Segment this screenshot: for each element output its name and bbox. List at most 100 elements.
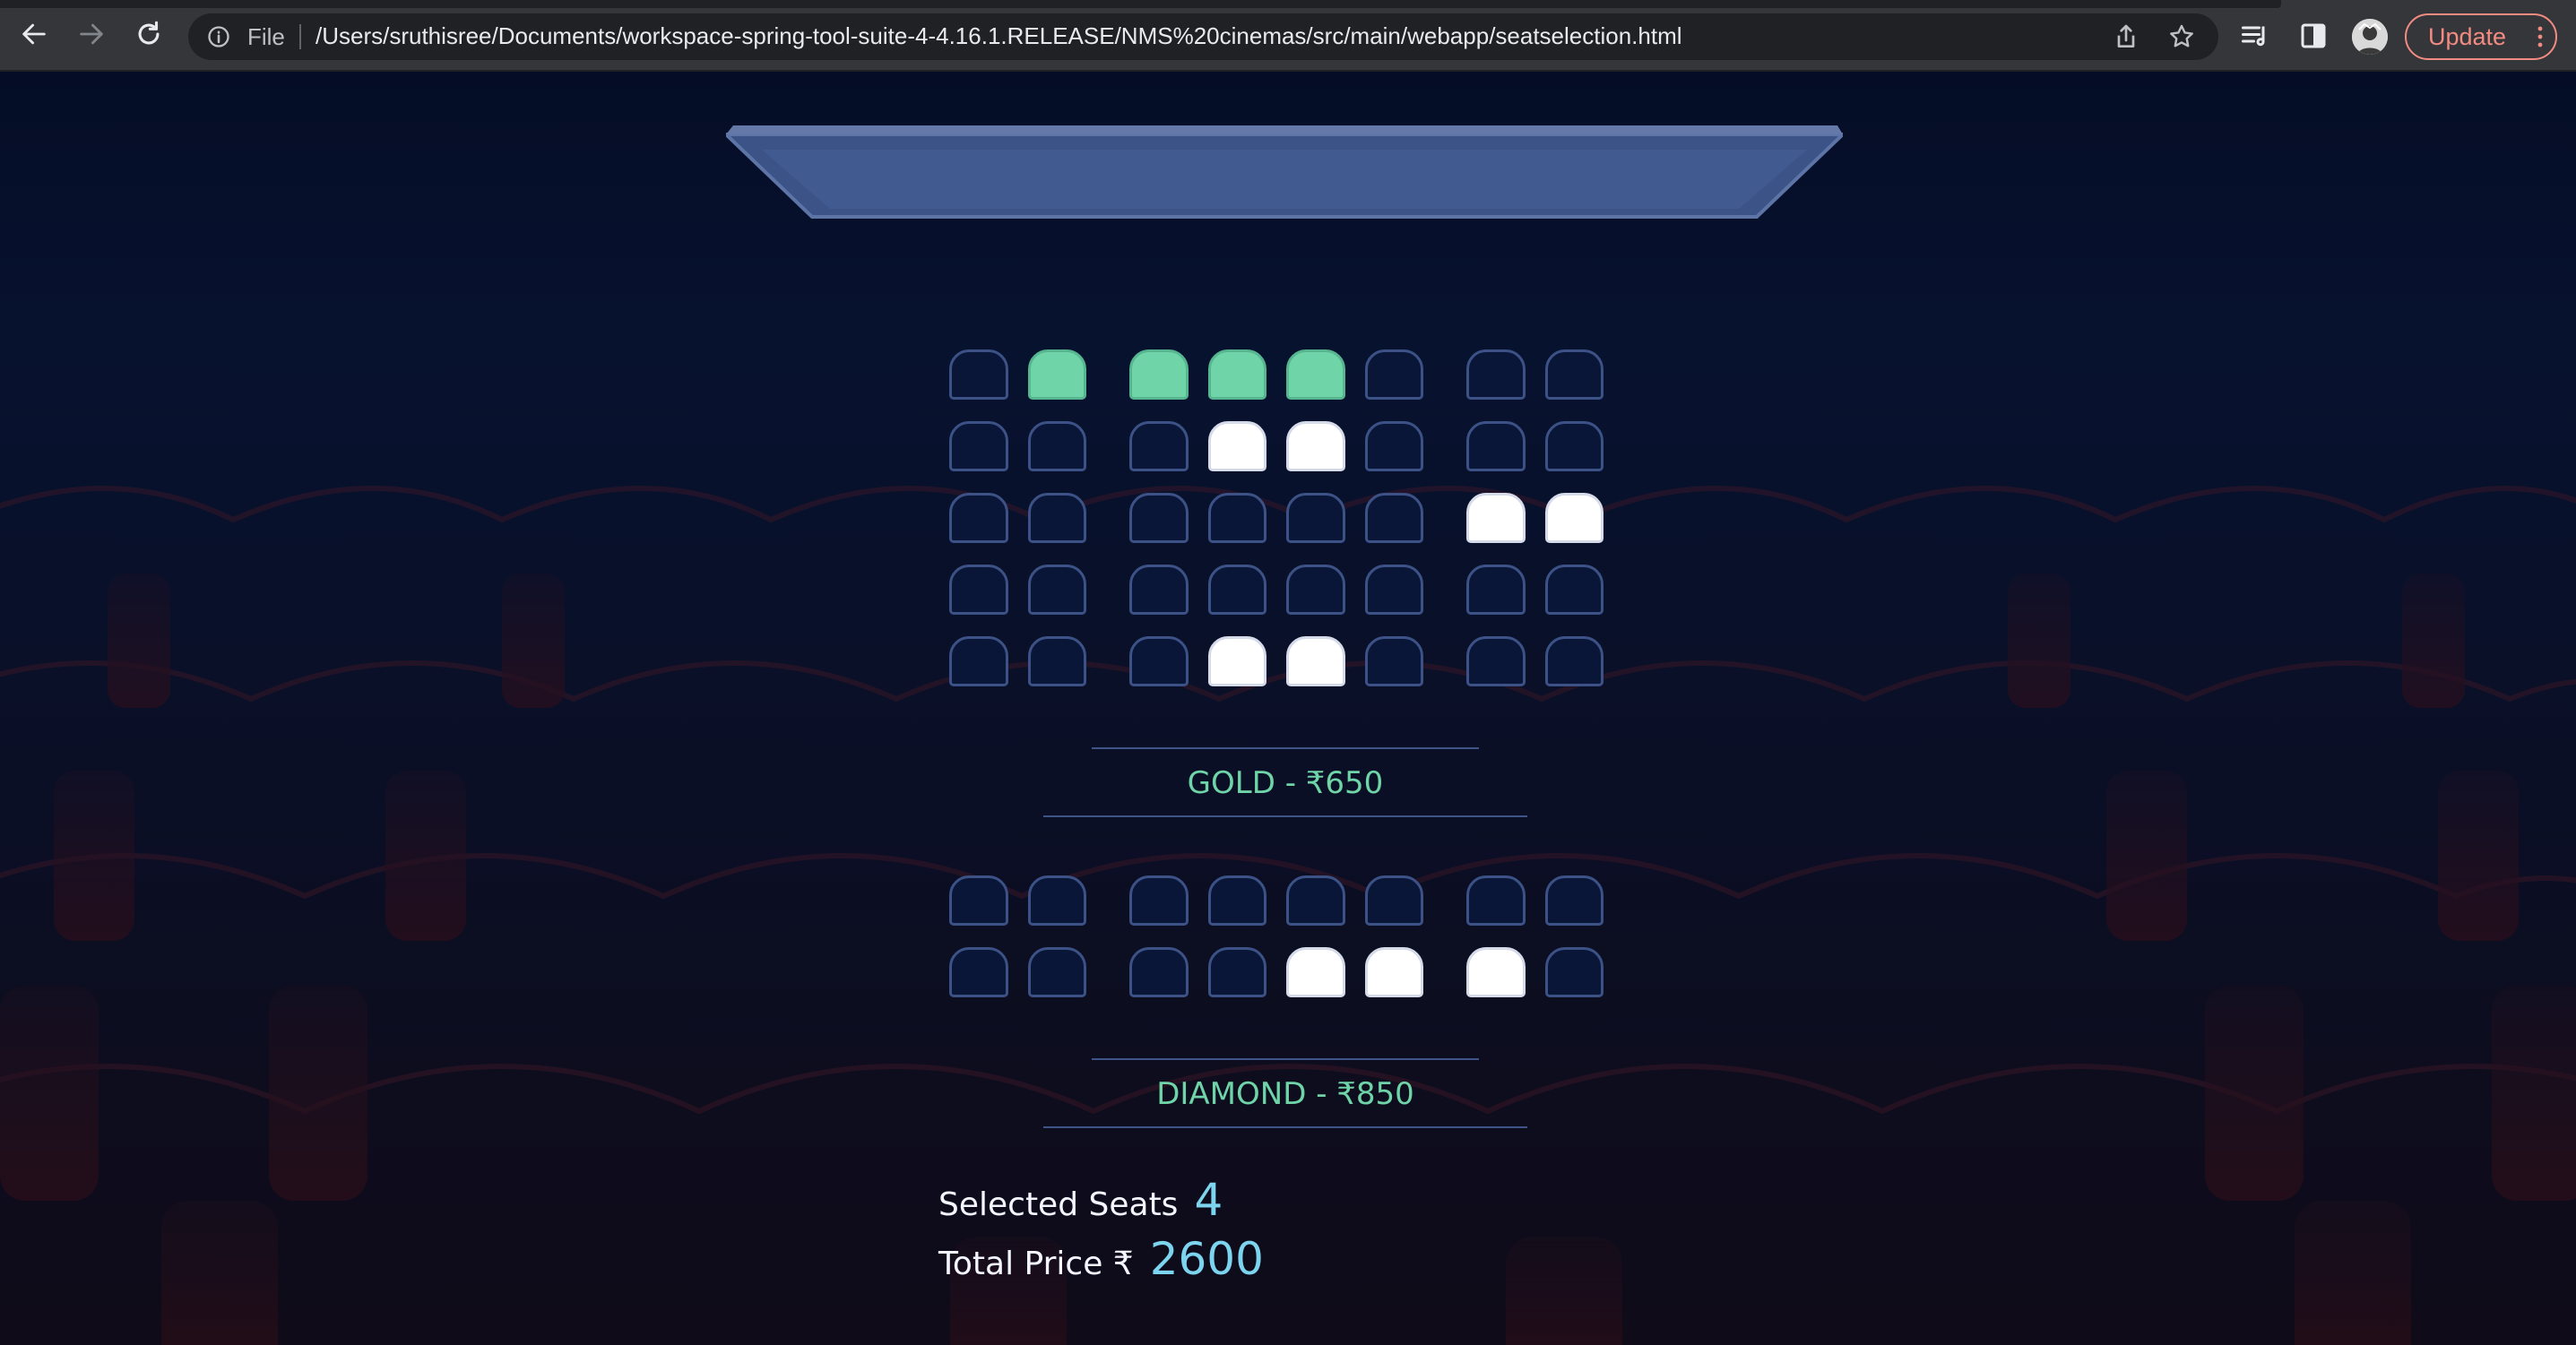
seat-empty[interactable] — [1207, 875, 1266, 926]
total-price-value: 2600 — [1149, 1233, 1264, 1285]
seat-empty[interactable] — [1466, 875, 1526, 926]
forward-button[interactable] — [73, 16, 109, 52]
update-button[interactable]: Update — [2405, 13, 2557, 60]
seat-empty[interactable] — [1207, 947, 1266, 997]
browser-toolbar: File /Users/sruthisree/Documents/workspa… — [0, 0, 2576, 72]
seat-empty[interactable] — [1364, 349, 1423, 400]
reload-icon — [138, 21, 160, 45]
seat-row — [949, 421, 1623, 473]
seat-empty[interactable] — [1286, 565, 1345, 615]
cinema-screen — [726, 125, 1843, 219]
seat-empty[interactable] — [1364, 636, 1423, 686]
seat-empty[interactable] — [1027, 947, 1086, 997]
more-vert-icon — [2537, 26, 2543, 47]
seat-occupied — [1364, 947, 1423, 997]
seat-empty[interactable] — [1129, 493, 1189, 543]
info-icon[interactable] — [206, 24, 231, 49]
seat-empty[interactable] — [1466, 421, 1526, 471]
seat-empty[interactable] — [1129, 565, 1189, 615]
divider-line — [1092, 1058, 1479, 1060]
seat-empty[interactable] — [1286, 875, 1345, 926]
seat-empty[interactable] — [949, 493, 1008, 543]
arrow-left-icon — [22, 23, 46, 45]
seat-selection-page: GOLD - ₹650 DIAMOND - ₹850 Selected Seat… — [0, 72, 2576, 1345]
selected-seats-count: 4 — [1194, 1174, 1223, 1226]
seat-empty[interactable] — [1544, 421, 1604, 471]
url-divider — [299, 24, 301, 49]
seat-occupied — [1286, 421, 1345, 471]
selected-seats-label: Selected Seats — [938, 1186, 1179, 1223]
profile-avatar[interactable] — [2352, 19, 2388, 55]
seat-empty[interactable] — [1207, 493, 1266, 543]
seat-selected[interactable] — [1027, 349, 1086, 400]
seat-empty[interactable] — [1129, 875, 1189, 926]
seat-empty[interactable] — [1027, 421, 1086, 471]
seat-row — [949, 947, 1623, 999]
seat-empty[interactable] — [1129, 947, 1189, 997]
cinema-seats-background — [0, 486, 2576, 1345]
seat-empty[interactable] — [1027, 636, 1086, 686]
avatar-icon — [2352, 19, 2388, 55]
total-price-row: Total Price ₹ 2600 — [938, 1233, 1264, 1285]
back-button[interactable] — [16, 16, 52, 52]
seat-empty[interactable] — [1129, 421, 1189, 471]
reading-list-icon[interactable] — [2239, 20, 2271, 52]
seat-empty[interactable] — [1544, 565, 1604, 615]
seat-occupied — [1286, 947, 1345, 997]
seat-occupied — [1207, 636, 1266, 686]
gold-price-label: GOLD - ₹650 — [1187, 765, 1384, 801]
reload-button[interactable] — [131, 16, 167, 52]
seat-row — [949, 349, 1623, 401]
url-text[interactable]: /Users/sruthisree/Documents/workspace-sp… — [316, 22, 1682, 50]
share-icon[interactable] — [2112, 22, 2140, 51]
seat-empty[interactable] — [949, 875, 1008, 926]
seat-empty[interactable] — [1364, 421, 1423, 471]
seat-empty[interactable] — [949, 349, 1008, 400]
seat-empty[interactable] — [1466, 636, 1526, 686]
seat-row — [949, 493, 1623, 545]
seat-occupied — [1466, 493, 1526, 543]
total-price-label: Total Price ₹ — [938, 1246, 1134, 1282]
seat-empty[interactable] — [1027, 565, 1086, 615]
seat-empty[interactable] — [1286, 493, 1345, 543]
seat-empty[interactable] — [1207, 565, 1266, 615]
seat-empty[interactable] — [949, 947, 1008, 997]
seat-empty[interactable] — [1466, 565, 1526, 615]
seat-row — [949, 875, 1623, 927]
seat-empty[interactable] — [949, 421, 1008, 471]
divider-line — [1092, 747, 1479, 749]
seat-selected[interactable] — [1286, 349, 1345, 400]
selected-seats-row: Selected Seats 4 — [938, 1174, 1223, 1226]
seat-empty[interactable] — [1364, 875, 1423, 926]
seat-empty[interactable] — [1129, 636, 1189, 686]
seat-empty[interactable] — [1544, 875, 1604, 926]
seat-occupied — [1286, 636, 1345, 686]
seat-row — [949, 636, 1623, 688]
diamond-seat-grid — [949, 875, 1623, 1019]
gold-seat-grid — [949, 349, 1623, 708]
seat-empty[interactable] — [1466, 349, 1526, 400]
seat-empty[interactable] — [1544, 349, 1604, 400]
tab-strip — [0, 0, 2281, 8]
seat-empty[interactable] — [1544, 636, 1604, 686]
seat-occupied — [1207, 421, 1266, 471]
seat-empty[interactable] — [1027, 493, 1086, 543]
arrow-right-icon — [80, 23, 103, 45]
url-scheme-label: File — [247, 23, 285, 50]
update-button-label: Update — [2428, 22, 2507, 50]
star-icon[interactable] — [2167, 22, 2196, 51]
seat-empty[interactable] — [949, 636, 1008, 686]
address-bar[interactable]: File /Users/sruthisree/Documents/workspa… — [188, 13, 2218, 60]
seat-empty[interactable] — [1027, 875, 1086, 926]
seat-occupied — [1466, 947, 1526, 997]
seat-empty[interactable] — [949, 565, 1008, 615]
seat-empty[interactable] — [1364, 493, 1423, 543]
seat-empty[interactable] — [1364, 565, 1423, 615]
seat-empty[interactable] — [1544, 947, 1604, 997]
divider-line — [1043, 815, 1527, 817]
seat-selected[interactable] — [1129, 349, 1189, 400]
divider-line — [1043, 1126, 1527, 1128]
seat-occupied — [1544, 493, 1604, 543]
side-panel-icon[interactable] — [2297, 20, 2330, 52]
seat-selected[interactable] — [1207, 349, 1266, 400]
